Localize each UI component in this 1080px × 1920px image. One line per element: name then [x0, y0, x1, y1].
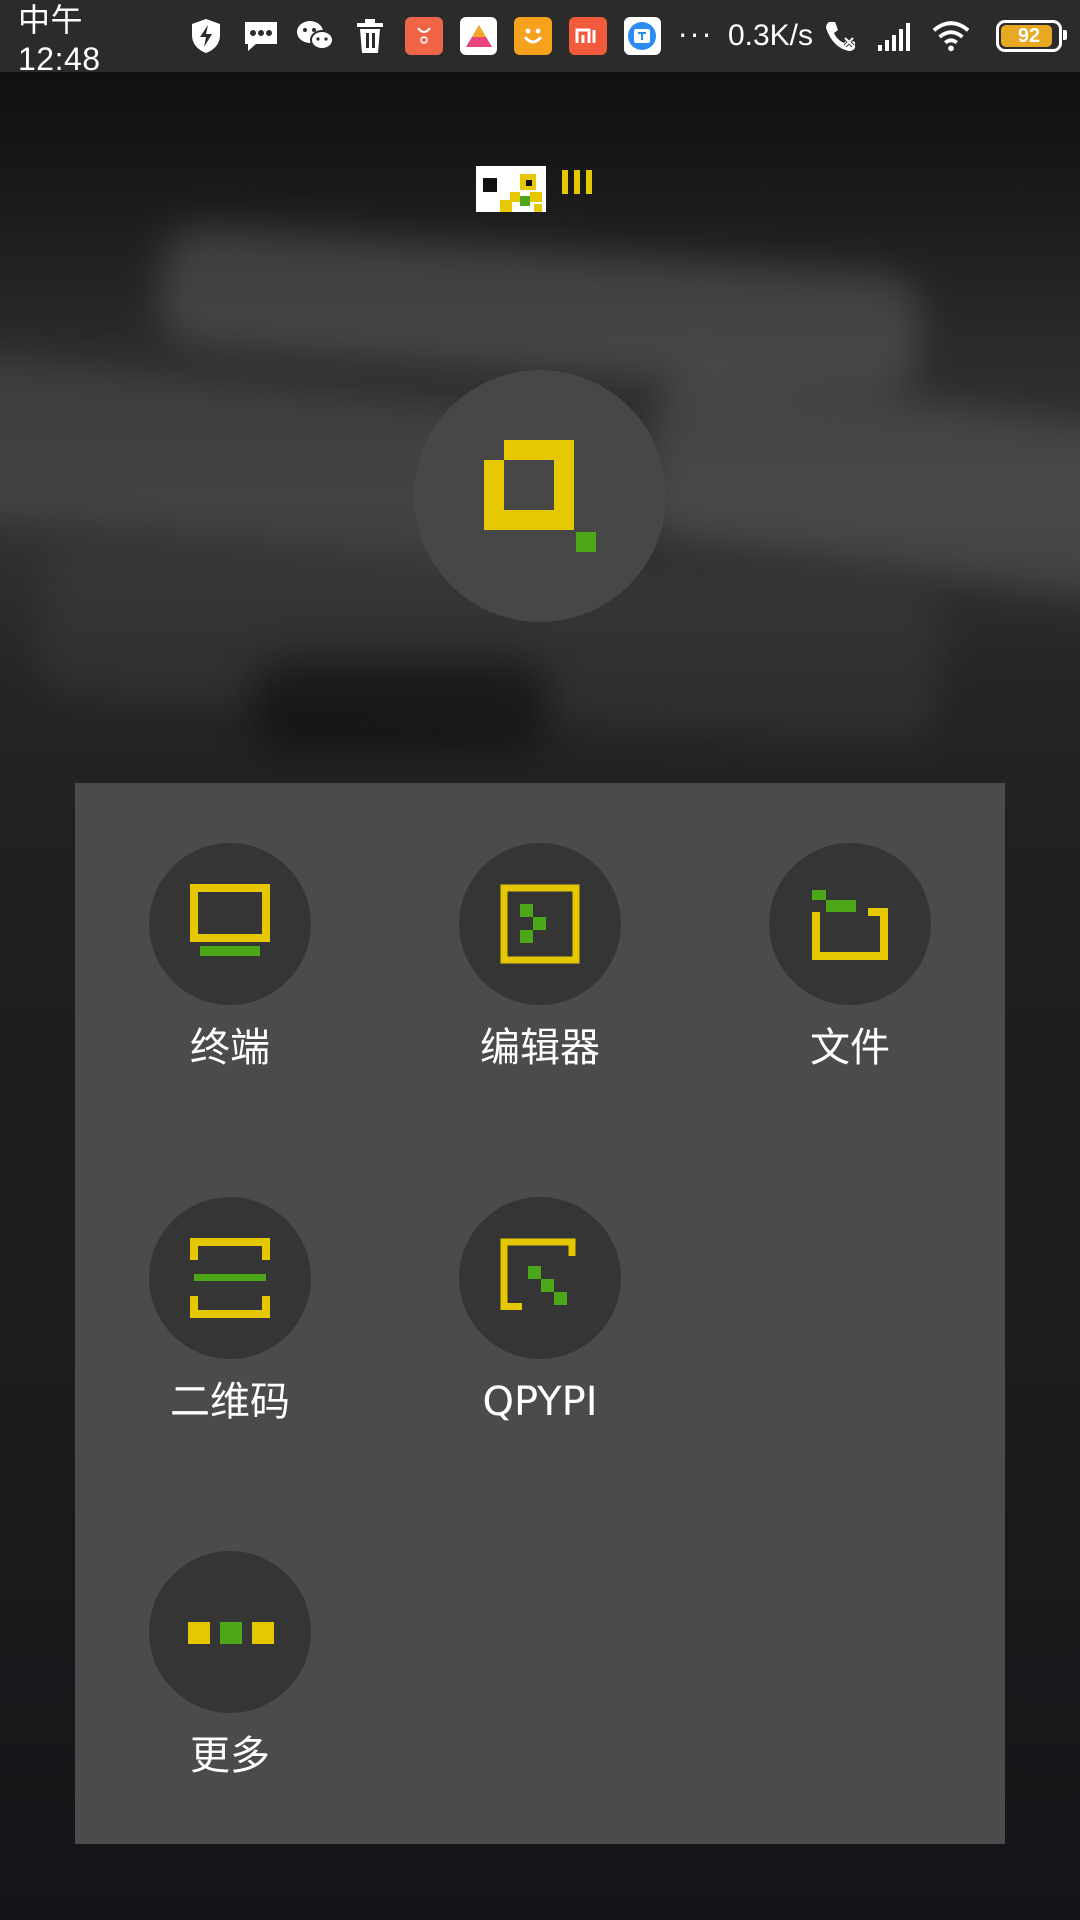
menu-label: QPYPI	[482, 1379, 598, 1425]
wechat-icon	[295, 16, 335, 56]
battery-icon: 92	[996, 20, 1068, 52]
message-icon	[241, 16, 281, 56]
menu-icon-circle[interactable]	[149, 1551, 311, 1713]
menu-item-qpypi[interactable]: QPYPI	[420, 1197, 660, 1425]
network-speed: 0.3K/s	[727, 19, 814, 52]
smile-app-icon	[514, 17, 552, 55]
background-blur	[640, 364, 1080, 606]
cell-signal-icon	[876, 16, 916, 56]
overflow-indicator: ···	[678, 19, 714, 52]
qpython-home-screen: 中午12:48 ··· 0.3K/s 92 终端 编辑器 文件 二维码 QPYP…	[0, 0, 1080, 1920]
menu-label: 终端	[190, 1025, 270, 1071]
qpypi-icon	[500, 1238, 576, 1310]
status-time: 中午12:48	[18, 1, 101, 77]
background-blur	[250, 660, 550, 750]
translate-app-icon	[623, 17, 662, 55]
qrcode-scan-icon	[190, 1238, 270, 1318]
menu-label: 二维码	[170, 1379, 290, 1425]
battery-level: 92	[1017, 24, 1041, 47]
menu-item-more[interactable]: 更多	[110, 1551, 350, 1779]
main-menu-panel: 终端 编辑器 文件 二维码 QPYPI 更多	[75, 783, 1005, 1844]
shop-app-icon	[405, 17, 443, 55]
photo-app-icon	[459, 17, 498, 55]
editor-icon	[500, 884, 580, 964]
menu-icon-circle[interactable]	[149, 843, 311, 1005]
battery-cap	[1063, 30, 1068, 40]
menu-icon-circle[interactable]	[459, 1197, 621, 1359]
menu-item-qrcode[interactable]: 二维码	[110, 1197, 350, 1425]
status-right-group: ··· 0.3K/s 92	[678, 16, 1068, 56]
status-bar: 中午12:48 ··· 0.3K/s 92	[0, 0, 1080, 77]
mi-app-icon	[568, 17, 607, 55]
menu-label: 更多	[190, 1733, 270, 1779]
menu-item-files[interactable]: 文件	[730, 843, 970, 1071]
call-icon	[821, 16, 861, 56]
wifi-icon	[931, 16, 971, 56]
qpython-logo-icon	[476, 166, 602, 216]
menu-label: 编辑器	[480, 1025, 600, 1071]
menu-item-editor[interactable]: 编辑器	[420, 843, 660, 1071]
menu-icon-circle[interactable]	[459, 843, 621, 1005]
folder-icon	[812, 890, 888, 960]
menu-item-terminal[interactable]: 终端	[110, 843, 350, 1071]
terminal-icon	[190, 884, 270, 956]
run-button[interactable]	[414, 370, 666, 622]
qpython-run-icon	[484, 440, 596, 552]
menu-label: 文件	[810, 1025, 890, 1071]
trash-icon	[350, 16, 390, 56]
menu-icon-circle[interactable]	[149, 1197, 311, 1359]
more-icon	[188, 1622, 274, 1644]
shield-icon	[186, 16, 226, 56]
menu-icon-circle[interactable]	[769, 843, 931, 1005]
